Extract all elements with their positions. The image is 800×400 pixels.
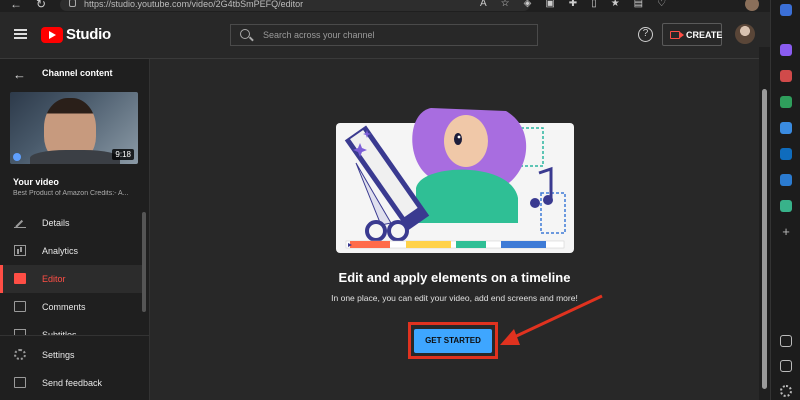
search-panel-icon[interactable] <box>780 44 792 56</box>
pencil-icon <box>14 217 26 228</box>
comments-icon <box>14 301 26 312</box>
address-text: https://studio.youtube.com/video/2G4tbSm… <box>84 0 304 9</box>
feedback-icon <box>14 377 26 388</box>
games-icon[interactable] <box>780 96 792 108</box>
address-bar[interactable]: https://studio.youtube.com/video/2G4tbSm… <box>60 0 530 11</box>
menu-icon[interactable] <box>14 29 27 39</box>
search-placeholder: Search across your channel <box>263 30 375 40</box>
extensions-icon[interactable]: ✚ <box>569 0 577 9</box>
page-scrollbar[interactable] <box>759 47 770 400</box>
favorites-icon[interactable]: ★ <box>611 0 620 9</box>
outlook-icon[interactable] <box>780 148 792 160</box>
editor-main: Edit and apply elements on a timeline In… <box>150 59 759 400</box>
video-subtitle: Best Product of Amazon Credits:- A... <box>13 190 129 197</box>
sidebar-item-label: Editor <box>42 274 66 284</box>
editor-description: In one place, you can edit your video, a… <box>331 293 578 303</box>
create-button[interactable]: CREATE <box>662 23 722 46</box>
m365-icon[interactable] <box>780 122 792 134</box>
open-external-icon[interactable] <box>780 360 792 372</box>
search-icon <box>240 29 250 39</box>
video-thumbnail[interactable]: 9:18 <box>10 92 138 164</box>
youtube-logo-icon[interactable] <box>41 27 63 43</box>
annotation-arrow-icon <box>500 294 603 345</box>
search-input[interactable]: Search across your channel <box>230 24 538 46</box>
copilot-icon[interactable] <box>780 4 792 16</box>
video-duration: 9:18 <box>112 149 134 160</box>
editor-headline: Edit and apply elements on a timeline <box>338 270 571 285</box>
thumbnail-shirt <box>30 150 120 164</box>
gear-icon <box>14 349 26 360</box>
create-label: CREATE <box>686 30 723 40</box>
help-icon[interactable]: ? <box>638 27 653 42</box>
editor-icon <box>14 273 26 284</box>
shopping-icon[interactable] <box>780 70 792 82</box>
studio-header: Studio Search across your channel ? CREA… <box>0 12 759 59</box>
panel-layout-icon[interactable] <box>780 335 792 347</box>
thumbnail-badge-icon <box>13 153 21 161</box>
edge-tools-icon[interactable] <box>780 174 792 186</box>
sidebar: ← Channel content 9:18 Your video Best P… <box>0 59 150 400</box>
illustration-art <box>344 108 566 249</box>
sidebar-item-comments[interactable]: Comments <box>0 293 142 321</box>
browser-essentials-icon[interactable]: ♡ <box>657 0 666 9</box>
channel-content-link[interactable]: Channel content <box>42 68 113 78</box>
browser-profile-avatar[interactable] <box>745 0 759 11</box>
analytics-icon <box>14 245 26 256</box>
extension-badge-icon[interactable]: ▣ <box>545 0 554 9</box>
collections-icon[interactable]: ▤ <box>634 0 643 9</box>
sidebar-item-editor[interactable]: Editor <box>0 265 142 293</box>
studio-logo-text[interactable]: Studio <box>66 26 111 43</box>
sidebar-item-label: Settings <box>42 350 75 360</box>
panel-settings-icon[interactable] <box>780 385 792 397</box>
sidebar-scrollbar[interactable] <box>142 212 146 312</box>
screen: ← ↻ https://studio.youtube.com/video/2G4… <box>0 0 800 400</box>
browser-back-icon[interactable]: ← <box>10 0 22 11</box>
browser-extension-icons: A ☆ ◈ ▣ ✚ ▯ ★ ▤ ♡ <box>480 0 666 9</box>
browser-refresh-icon[interactable]: ↻ <box>36 0 46 11</box>
back-arrow-icon[interactable]: ← <box>13 67 26 82</box>
sidebar-item-settings[interactable]: Settings <box>0 341 142 369</box>
add-panel-icon[interactable]: + <box>780 225 792 238</box>
sidebar-item-label: Send feedback <box>42 378 103 388</box>
split-screen-icon[interactable]: ▯ <box>591 0 597 9</box>
sidebar-item-details[interactable]: Details <box>0 209 142 237</box>
read-aloud-icon[interactable]: A <box>480 0 487 9</box>
sidebar-item-send-feedback[interactable]: Send feedback <box>0 369 142 397</box>
sidebar-item-analytics[interactable]: Analytics <box>0 237 142 265</box>
sidebar-item-label: Analytics <box>42 246 79 256</box>
video-title: Your video <box>13 177 59 187</box>
shield-extension-icon[interactable]: ◈ <box>524 0 532 9</box>
page-scrollbar-thumb[interactable] <box>762 89 767 389</box>
editor-illustration <box>336 108 574 253</box>
favorite-star-icon[interactable]: ☆ <box>501 0 510 9</box>
drop-icon[interactable] <box>780 200 792 212</box>
create-video-icon <box>670 31 684 39</box>
lock-icon <box>69 0 76 7</box>
browser-toolbar: ← ↻ https://studio.youtube.com/video/2G4… <box>0 0 800 12</box>
sidebar-item-label: Comments <box>42 302 86 312</box>
sidebar-item-label: Details <box>42 218 70 228</box>
get-started-button[interactable]: GET STARTED <box>414 329 492 353</box>
channel-avatar[interactable] <box>735 24 755 44</box>
edge-side-panel: + <box>770 0 800 400</box>
sidebar-footer: Settings Send feedback <box>0 335 149 400</box>
